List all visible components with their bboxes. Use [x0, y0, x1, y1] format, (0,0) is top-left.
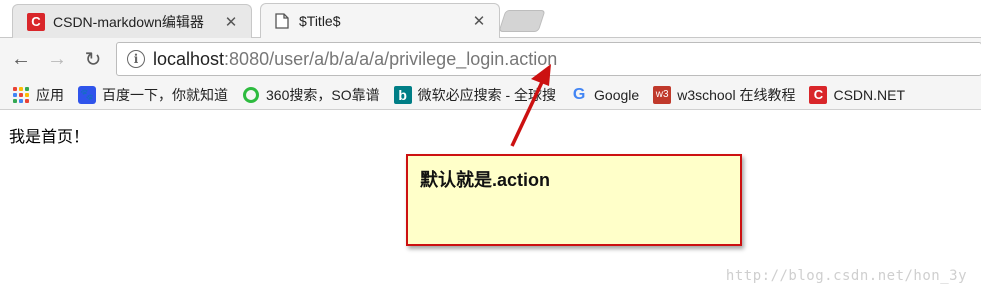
csdn-icon: C: [809, 85, 828, 104]
close-icon[interactable]: ✕: [221, 13, 241, 31]
bookmark-label: CSDN.NET: [833, 86, 906, 103]
w3school-icon: w3: [653, 85, 672, 104]
address-bar[interactable]: i localhost:8080/user/a/b/a/a/a/privileg…: [116, 42, 981, 76]
bookmark-w3school[interactable]: w3 w3school 在线教程: [653, 85, 795, 105]
apps-icon: [12, 86, 30, 104]
tab-title: CSDN-markdown编辑器: [53, 13, 204, 30]
bookmark-label: 百度一下，你就知道: [102, 86, 228, 103]
reload-icon[interactable]: ↻: [80, 46, 106, 72]
bookmark-apps[interactable]: 应用: [12, 85, 64, 105]
page-body-text: 我是首页！: [9, 129, 90, 146]
close-icon[interactable]: ✕: [469, 12, 489, 30]
bookmarks-bar: 应用 🐾 百度一下，你就知道 360搜索，SO靠谱 b 微软必应搜索 - 全球搜…: [0, 80, 981, 110]
bookmark-baidu[interactable]: 🐾 百度一下，你就知道: [78, 85, 228, 105]
watermark: http://blog.csdn.net/hon_3y: [725, 268, 967, 284]
bookmark-label: Google: [594, 86, 640, 103]
toolbar: ← → ↻ i localhost:8080/user/a/b/a/a/a/pr…: [0, 38, 981, 80]
bookmark-google[interactable]: G Google: [570, 86, 639, 104]
callout-text: 默认就是.action: [420, 170, 551, 190]
tab-strip: C CSDN-markdown编辑器 ✕ $Title$ ✕: [0, 0, 981, 39]
page-icon: [273, 12, 291, 30]
bookmark-bing[interactable]: b 微软必应搜索 - 全球搜: [393, 85, 557, 105]
csdn-icon: C: [27, 12, 45, 31]
info-icon[interactable]: i: [127, 50, 145, 68]
back-arrow-icon[interactable]: ←: [8, 46, 34, 72]
bookmark-label: w3school 在线教程: [677, 86, 796, 103]
url-host: localhost: [153, 48, 225, 69]
baidu-icon: 🐾: [78, 85, 96, 104]
bookmark-csdn[interactable]: C CSDN.NET: [809, 85, 906, 104]
bookmark-360[interactable]: 360搜索，SO靠谱: [242, 85, 380, 105]
tab-csdn-editor[interactable]: C CSDN-markdown编辑器 ✕: [12, 4, 252, 38]
tab-title: $Title$: [299, 13, 341, 29]
bookmark-label: 360搜索，SO靠谱: [266, 86, 380, 103]
url-path: :8080/user/a/b/a/a/a/privilege_login.act…: [224, 48, 558, 69]
annotation-callout: 默认就是.action: [406, 154, 742, 246]
url-text: localhost:8080/user/a/b/a/a/a/privilege_…: [153, 49, 557, 70]
bookmark-label: 微软必应搜索 - 全球搜: [417, 86, 557, 103]
forward-arrow-icon[interactable]: →: [44, 46, 70, 72]
bing-icon: b: [393, 85, 412, 104]
360-icon: [242, 86, 260, 104]
bookmark-label: 应用: [36, 86, 64, 103]
tab-active-page[interactable]: $Title$ ✕: [260, 3, 500, 39]
google-icon: G: [572, 85, 586, 103]
new-tab-button[interactable]: [498, 10, 546, 32]
